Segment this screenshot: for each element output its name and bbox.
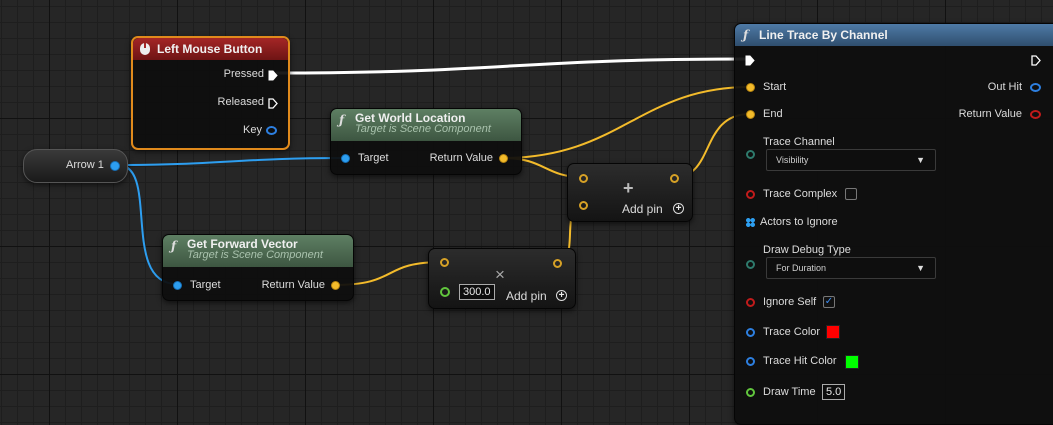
start-label: Start (763, 81, 787, 93)
trace-channel-dropdown[interactable]: Visibility ▼ (766, 149, 936, 171)
line-trace-by-channel-node[interactable]: ƒ Line Trace By Channel Start Out Hit En… (734, 23, 1053, 425)
ignore-self-checkbox[interactable]: ✓ (823, 296, 835, 308)
chevron-down-icon: ▼ (916, 263, 925, 273)
draw-debug-type-label: Draw Debug Type (763, 244, 851, 256)
draw-time-input[interactable]: 5.0 (822, 384, 846, 400)
left-mouse-button-node[interactable]: Left Mouse Button Pressed Released Key (131, 36, 290, 150)
world-location-return-label: Return Value (429, 152, 493, 164)
wire-world-location-to-start (502, 86, 751, 159)
exec-output-pin[interactable] (1031, 55, 1041, 66)
add-input-b-pin[interactable] (579, 201, 588, 210)
forward-vector-header: ƒ Get Forward Vector Target is Scene Com… (163, 235, 353, 267)
trace-color-pin[interactable] (746, 328, 755, 337)
world-location-target-label: Target (358, 152, 389, 164)
multiply-input-a-pin[interactable] (440, 258, 449, 267)
ignore-self-label: Ignore Self (763, 296, 817, 308)
function-icon: ƒ (339, 113, 345, 127)
trace-color-swatch[interactable] (826, 325, 840, 339)
out-hit-label: Out Hit (987, 81, 1022, 93)
multiply-vector-node[interactable]: × 300.0 Add pin + (428, 248, 576, 309)
line-trace-header: ƒ Line Trace By Channel (735, 24, 1053, 46)
multiply-operator-icon: × (495, 265, 505, 284)
multiply-float-pin[interactable] (440, 287, 450, 297)
start-pin[interactable] (746, 83, 755, 92)
trace-channel-label: Trace Channel (763, 136, 835, 148)
trace-hit-color-swatch[interactable] (845, 355, 859, 369)
out-hit-pin[interactable] (1030, 83, 1041, 92)
draw-time-pin[interactable] (746, 388, 755, 397)
trace-color-label: Trace Color (763, 326, 821, 338)
pressed-label: Pressed (223, 68, 264, 80)
exec-wire-pressed (275, 57, 748, 75)
actors-to-ignore-label: Actors to Ignore (760, 216, 838, 228)
trace-complex-pin[interactable] (746, 190, 755, 199)
draw-time-label: Draw Time (763, 386, 816, 398)
forward-vector-return-label: Return Value (261, 279, 325, 291)
return-value-label: Return Value (958, 108, 1022, 120)
wire-arrow-to-world-location (117, 157, 344, 166)
event-node-header: Left Mouse Button (133, 38, 288, 60)
trace-hit-color-pin[interactable] (746, 357, 755, 366)
world-location-header: ƒ Get World Location Target is Scene Com… (331, 109, 521, 141)
chevron-down-icon: ▼ (916, 155, 925, 165)
arrow-variable-node[interactable]: Arrow 1 (23, 149, 128, 183)
add-pin-label[interactable]: Add pin (622, 202, 663, 216)
plus-circle-icon[interactable]: + (556, 290, 567, 301)
line-trace-title: Line Trace By Channel (759, 28, 888, 42)
end-label: End (763, 108, 783, 120)
trace-complex-checkbox[interactable] (845, 188, 857, 200)
trace-complex-label: Trace Complex (763, 188, 838, 200)
key-label: Key (243, 124, 262, 136)
trace-channel-pin[interactable] (746, 150, 755, 159)
get-world-location-node[interactable]: ƒ Get World Location Target is Scene Com… (330, 108, 522, 175)
draw-debug-type-value: For Duration (776, 263, 827, 273)
forward-vector-subtitle: Target is Scene Component (187, 249, 323, 261)
released-exec-pin[interactable] (268, 98, 278, 109)
forward-vector-target-pin[interactable] (173, 281, 182, 290)
trace-hit-color-label: Trace Hit Color (763, 355, 837, 367)
ignore-self-pin[interactable] (746, 298, 755, 307)
arrow-variable-label: Arrow 1 (66, 159, 104, 171)
forward-vector-target-label: Target (190, 279, 221, 291)
forward-vector-return-pin[interactable] (331, 281, 340, 290)
world-location-target-pin[interactable] (341, 154, 350, 163)
function-icon: ƒ (743, 28, 749, 42)
add-operator-icon: + (623, 178, 634, 198)
add-vector-node[interactable]: + Add pin + (567, 163, 693, 222)
multiply-output-pin[interactable] (553, 259, 562, 268)
released-label: Released (217, 96, 264, 108)
draw-debug-type-dropdown[interactable]: For Duration ▼ (766, 257, 936, 279)
multiply-value-input[interactable]: 300.0 (459, 284, 495, 300)
plus-circle-icon[interactable]: + (673, 203, 684, 214)
mouse-icon (140, 43, 150, 55)
event-node-title: Left Mouse Button (157, 42, 263, 56)
draw-debug-type-pin[interactable] (746, 260, 755, 269)
add-output-pin[interactable] (670, 174, 679, 183)
arrow-variable-output-pin[interactable] (110, 161, 120, 171)
key-pin[interactable] (266, 126, 277, 135)
multiply-add-pin-label[interactable]: Add pin (506, 289, 547, 303)
world-location-subtitle: Target is Scene Component (355, 123, 491, 135)
trace-channel-value: Visibility (776, 155, 809, 165)
add-input-a-pin[interactable] (579, 174, 588, 183)
get-forward-vector-node[interactable]: ƒ Get Forward Vector Target is Scene Com… (162, 234, 354, 301)
world-location-return-pin[interactable] (499, 154, 508, 163)
function-icon: ƒ (171, 239, 177, 253)
actors-to-ignore-pin[interactable] (746, 218, 755, 227)
return-value-pin[interactable] (1030, 110, 1041, 119)
exec-input-pin[interactable] (745, 55, 755, 66)
pressed-exec-pin[interactable] (268, 70, 278, 81)
end-pin[interactable] (746, 110, 755, 119)
